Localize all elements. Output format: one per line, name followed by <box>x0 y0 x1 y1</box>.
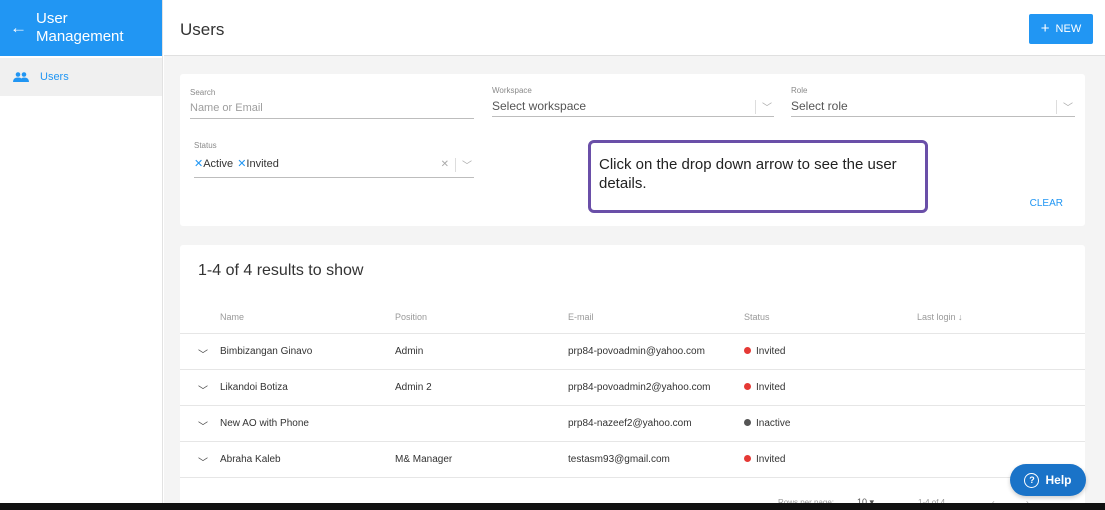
results-summary: 1-4 of 4 results to show <box>198 262 364 279</box>
cell-email: prp84-nazeef2@yahoo.com <box>568 418 692 429</box>
sidebar-item-users[interactable]: Users <box>0 58 162 96</box>
expand-chevron-icon[interactable]: ﹀ <box>198 382 208 397</box>
arrow-down-icon: ↓ <box>958 312 963 322</box>
separator <box>455 157 456 172</box>
table-row[interactable]: ﹀ Bimbizangan Ginavo Admin prp84-povoadm… <box>180 334 1085 370</box>
cell-email: prp84-povoadmin2@yahoo.com <box>568 382 711 393</box>
table-row[interactable]: ﹀ Likandoi Botiza Admin 2 prp84-povoadmi… <box>180 370 1085 406</box>
sidebar: ← User Management Users <box>0 0 163 510</box>
chip-label: Invited <box>246 158 279 170</box>
help-label: Help <box>1045 473 1072 487</box>
search-label: Search <box>190 88 216 97</box>
status-chip-invited[interactable]: ✕Invited <box>237 157 279 170</box>
workspace-label: Workspace <box>492 86 532 95</box>
remove-chip-icon[interactable]: ✕ <box>194 158 203 170</box>
workspace-placeholder: Select workspace <box>492 98 587 113</box>
expand-chevron-icon[interactable]: ﹀ <box>198 346 208 361</box>
status-chip-active[interactable]: ✕Active <box>194 157 233 170</box>
main-content: Users + NEW Search Name or Email Workspa… <box>164 0 1105 510</box>
help-button[interactable]: ? Help <box>1010 464 1086 496</box>
status-text: Invited <box>756 454 786 465</box>
search-field: Search Name or Email <box>190 88 474 119</box>
cell-email: testasm93@gmail.com <box>568 454 670 465</box>
cell-position: M& Manager <box>395 454 453 465</box>
column-header-status[interactable]: Status <box>744 312 770 322</box>
chevron-down-icon[interactable]: ﹀ <box>762 99 772 114</box>
column-header-last-login-label: Last login <box>917 312 956 322</box>
status-dot <box>744 454 751 462</box>
sidebar-item-label: Users <box>40 71 69 83</box>
page-title: Users <box>180 20 225 39</box>
bottom-bar <box>0 503 1105 510</box>
status-label: Status <box>194 141 217 150</box>
role-label: Role <box>791 86 808 95</box>
search-input[interactable]: Name or Email <box>190 97 474 119</box>
new-button-label: NEW <box>1055 23 1082 35</box>
sidebar-title: User Management <box>36 10 124 46</box>
clear-icon[interactable]: ✕ <box>441 159 449 170</box>
cell-name: New AO with Phone <box>220 418 309 429</box>
cell-name: Bimbizangan Ginavo <box>220 346 313 357</box>
status-dot <box>744 346 751 354</box>
status-text: Inactive <box>756 418 791 429</box>
table-header: Name Position E-mail Status Last login ↓ <box>180 300 1085 334</box>
separator <box>755 99 756 114</box>
column-header-position[interactable]: Position <box>395 312 427 322</box>
new-user-button[interactable]: + NEW <box>1029 14 1093 44</box>
expand-chevron-icon[interactable]: ﹀ <box>198 418 208 433</box>
cell-name: Likandoi Botiza <box>220 382 288 393</box>
top-bar: Users + NEW <box>164 0 1105 56</box>
role-chevron-group: ﹀ <box>1056 99 1073 114</box>
workspace-field: Workspace Select workspace ﹀ <box>492 86 774 117</box>
status-text: Invited <box>756 382 786 393</box>
cell-position: Admin <box>395 346 424 357</box>
status-select[interactable]: ✕Active ✕Invited ✕ ﹀ <box>194 150 474 178</box>
sidebar-title-line2: Management <box>36 28 124 45</box>
sidebar-header: ← User Management <box>0 0 162 56</box>
sidebar-title-line1: User <box>36 10 68 27</box>
instruction-callout: Click on the drop down arrow to see the … <box>588 140 928 213</box>
cell-email: prp84-povoadmin@yahoo.com <box>568 346 705 357</box>
column-header-last-login[interactable]: Last login ↓ <box>917 312 963 322</box>
column-header-email[interactable]: E-mail <box>568 312 594 322</box>
workspace-select[interactable]: Select workspace ﹀ <box>492 95 774 117</box>
role-placeholder: Select role <box>791 98 848 113</box>
table-row[interactable]: ﹀ New AO with Phone prp84-nazeef2@yahoo.… <box>180 406 1085 442</box>
app: ← User Management Users Users + NEW Sear… <box>0 0 1105 510</box>
expand-chevron-icon[interactable]: ﹀ <box>198 454 208 469</box>
chip-label: Active <box>203 158 234 170</box>
clear-filters-button[interactable]: CLEAR <box>1030 198 1063 209</box>
cell-status: Invited <box>744 382 785 393</box>
people-icon <box>13 72 35 82</box>
cell-status: Inactive <box>744 418 790 429</box>
chevron-down-icon[interactable]: ﹀ <box>1063 99 1073 114</box>
workspace-chevron-group: ﹀ <box>755 99 772 114</box>
column-header-name[interactable]: Name <box>220 312 244 322</box>
results-panel: 1-4 of 4 results to show Name Position E… <box>180 245 1085 510</box>
question-icon: ? <box>1024 472 1040 488</box>
cell-position: Admin 2 <box>395 382 432 393</box>
status-field: Status ✕Active ✕Invited ✕ ﹀ <box>194 141 474 178</box>
cell-status: Invited <box>744 454 785 465</box>
search-placeholder: Name or Email <box>190 101 263 114</box>
status-chevron-group: ✕ ﹀ <box>441 157 472 172</box>
plus-icon: + <box>1040 20 1050 37</box>
status-dot <box>744 382 751 390</box>
status-text: Invited <box>756 346 786 357</box>
separator <box>1056 99 1057 114</box>
chevron-down-icon[interactable]: ﹀ <box>462 157 472 172</box>
cell-status: Invited <box>744 346 785 357</box>
table-row[interactable]: ﹀ Abraha Kaleb M& Manager testasm93@gmai… <box>180 442 1085 478</box>
role-select[interactable]: Select role ﹀ <box>791 95 1075 117</box>
role-field: Role Select role ﹀ <box>791 86 1075 117</box>
status-dot <box>744 418 751 426</box>
arrow-left-icon[interactable]: ← <box>10 18 36 38</box>
cell-name: Abraha Kaleb <box>220 454 281 465</box>
